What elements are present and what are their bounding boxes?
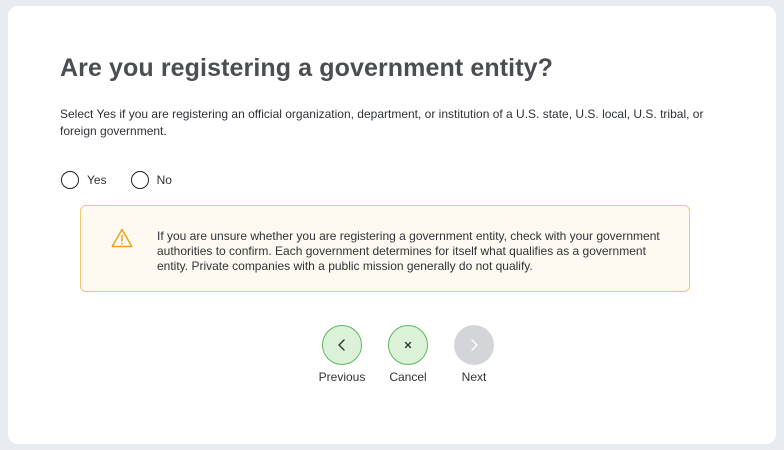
- chevron-right-icon: [471, 339, 478, 351]
- next-label: Next: [461, 370, 487, 384]
- radio-yes-circle[interactable]: [61, 171, 79, 189]
- cancel-button[interactable]: [388, 325, 428, 365]
- previous-label: Previous: [318, 370, 366, 384]
- radio-yes-label: Yes: [87, 173, 107, 187]
- radio-no-label: No: [156, 173, 172, 187]
- radio-yes[interactable]: Yes: [61, 171, 107, 189]
- close-icon: [404, 341, 412, 349]
- previous-button[interactable]: [322, 325, 362, 365]
- wizard-navigation: Previous Cancel Next: [318, 325, 498, 384]
- radio-no-circle[interactable]: [130, 171, 149, 189]
- warning-icon: [111, 228, 133, 248]
- warning-text: If you are unsure whether you are regist…: [157, 229, 660, 273]
- nav-cancel: Cancel: [384, 325, 432, 384]
- government-entity-radio-group: Yes No: [61, 171, 172, 189]
- chevron-left-icon: [338, 339, 345, 351]
- page-description: Select Yes if you are registering an off…: [60, 107, 704, 138]
- form-card: Are you registering a government entity?…: [8, 6, 776, 444]
- cancel-label: Cancel: [389, 370, 427, 384]
- warning-alert: If you are unsure whether you are regist…: [80, 205, 690, 292]
- radio-no[interactable]: No: [130, 171, 172, 189]
- nav-next: Next: [450, 325, 498, 384]
- next-button[interactable]: [454, 325, 494, 365]
- page-title: Are you registering a government entity?: [60, 54, 553, 82]
- nav-previous: Previous: [318, 325, 366, 384]
